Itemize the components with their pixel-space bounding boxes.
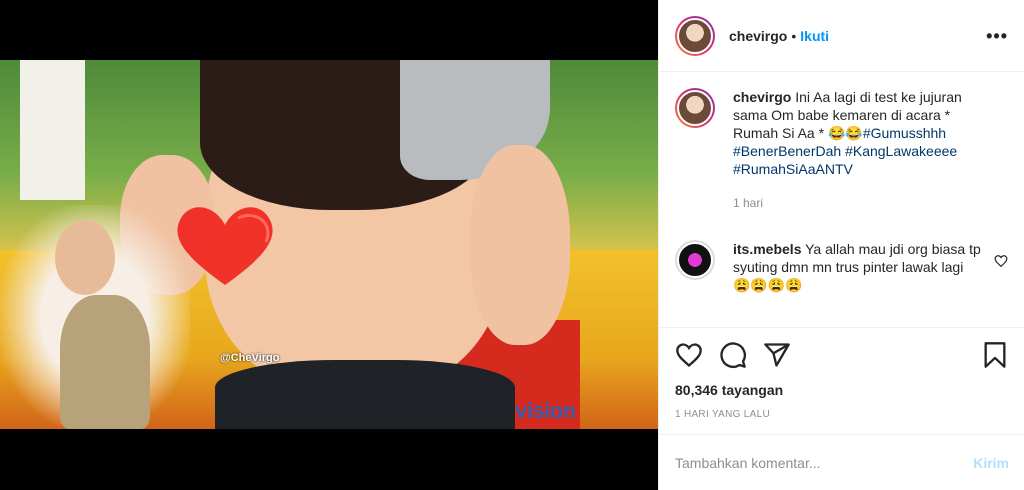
- hashtag-link[interactable]: #RumahSiAaANTV: [733, 161, 853, 177]
- hashtag-link[interactable]: #KangLawakeeee: [845, 143, 957, 159]
- comments-list[interactable]: chevirgo Ini Aa lagi di test ke jujuran …: [659, 72, 1024, 325]
- comment-body: its.mebels Ya allah mau jdi org biasa tp…: [733, 240, 983, 294]
- heart-sticker-icon: [177, 207, 273, 285]
- send-comment-button[interactable]: Kirim: [973, 455, 1009, 471]
- commenter-avatar-image: [677, 242, 713, 278]
- hashtag-link[interactable]: #BenerBenerDah: [733, 143, 841, 159]
- like-comment-heart-icon[interactable]: [994, 254, 1008, 268]
- view-count[interactable]: 80,346 tayangan: [675, 382, 1009, 398]
- comment-icon[interactable]: [719, 341, 747, 369]
- media-area[interactable]: @CheVirgo vision: [0, 0, 658, 490]
- author-avatar[interactable]: [675, 15, 715, 56]
- author-avatar-image: [677, 17, 713, 54]
- post-actions: 80,346 tayangan 1 HARI YANG LALU: [659, 327, 1024, 420]
- caption-avatar-image: [677, 90, 713, 126]
- caption: chevirgo Ini Aa lagi di test ke jujuran …: [675, 88, 1008, 212]
- action-icons: [675, 340, 1009, 370]
- caption-username[interactable]: chevirgo: [733, 89, 791, 105]
- bookmark-icon[interactable]: [981, 341, 1009, 369]
- hashtag-link[interactable]: #Gumusshhh: [863, 125, 946, 141]
- channel-logo: vision: [515, 398, 576, 423]
- post-side-panel: chevirgo • Ikuti ••• chevirgo Ini Aa lag…: [658, 0, 1024, 490]
- video-inset-girl-dress: [60, 295, 150, 429]
- author-username[interactable]: chevirgo: [729, 28, 787, 44]
- video-right-hand: [470, 145, 570, 345]
- comment-item: its.mebels Ya allah mau jdi org biasa tp…: [675, 240, 1008, 294]
- video-background-window: [20, 60, 85, 200]
- add-comment-bar: Kirim: [659, 434, 1024, 490]
- commenter-avatar[interactable]: [675, 240, 715, 280]
- comment-username[interactable]: its.mebels: [733, 241, 801, 257]
- video-watermark: @CheVirgo: [220, 352, 280, 364]
- post-date[interactable]: 1 HARI YANG LALU: [675, 409, 1009, 420]
- more-options-icon[interactable]: •••: [986, 26, 1008, 47]
- caption-author-avatar[interactable]: [675, 88, 715, 128]
- share-icon[interactable]: [763, 341, 791, 369]
- caption-body: chevirgo Ini Aa lagi di test ke jujuran …: [733, 88, 983, 212]
- follow-button[interactable]: Ikuti: [800, 28, 829, 44]
- video-child-shirt: [215, 360, 515, 429]
- comment-input[interactable]: [675, 454, 974, 471]
- post-header: chevirgo • Ikuti •••: [659, 0, 1024, 72]
- caption-timestamp[interactable]: 1 hari: [733, 194, 983, 212]
- header-separator: •: [791, 27, 797, 44]
- video-inset-girl-head: [55, 220, 115, 295]
- heart-icon[interactable]: [675, 341, 703, 369]
- video-player[interactable]: @CheVirgo vision: [0, 60, 658, 429]
- instagram-post: @CheVirgo vision chevirgo • Ikuti ••• ch…: [0, 0, 1024, 490]
